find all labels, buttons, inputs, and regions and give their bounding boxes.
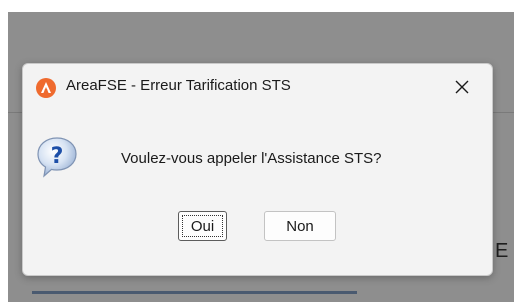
dialog-title: AreaFSE - Erreur Tarification STS bbox=[66, 77, 291, 94]
background-partial-text: E bbox=[495, 240, 509, 262]
no-button[interactable]: Non bbox=[264, 211, 336, 241]
yes-button[interactable]: Oui bbox=[178, 211, 227, 241]
areafse-logo-icon bbox=[36, 78, 56, 98]
close-icon bbox=[455, 79, 469, 98]
background-underline bbox=[32, 291, 357, 294]
svg-text:?: ? bbox=[51, 144, 64, 169]
dialog-message: Voulez-vous appeler l'Assistance STS? bbox=[121, 150, 382, 167]
message-dialog: AreaFSE - Erreur Tarification STS ? Voul… bbox=[22, 63, 493, 276]
no-button-label: Non bbox=[286, 217, 314, 235]
question-icon: ? bbox=[35, 135, 79, 179]
focus-ring bbox=[182, 215, 223, 237]
close-button[interactable] bbox=[447, 74, 477, 102]
dialog-title-bar[interactable]: AreaFSE - Erreur Tarification STS bbox=[23, 64, 492, 112]
